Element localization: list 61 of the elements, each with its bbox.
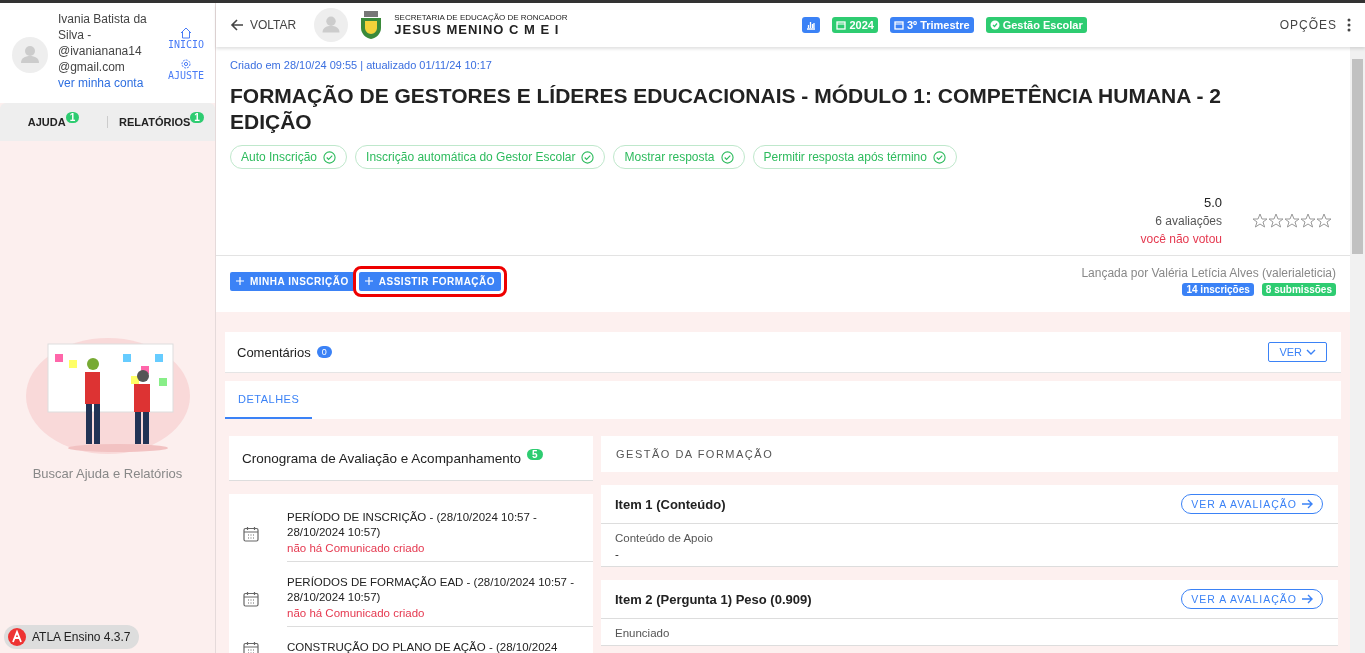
tag-badge: Gestão Escolar: [985, 17, 1087, 33]
star-rating[interactable]: [1252, 213, 1332, 229]
management-title: GESTÃO DA FORMAÇÃO: [601, 436, 1338, 472]
check-icon: [932, 150, 946, 164]
check-icon: [720, 150, 734, 164]
calendar-icon: [243, 526, 259, 542]
schedule-title: Cronograma de Avaliação e Acompanhamento: [242, 450, 521, 466]
item-title: Item 1 (Conteúdo): [615, 496, 726, 512]
avatar-icon: [314, 8, 349, 42]
count-badge: 14 inscrições: [1182, 283, 1254, 296]
item-title: Item 2 (Pergunta 1) Peso (0.909): [615, 591, 812, 607]
org-name: JESUS MENINO C M E I: [394, 22, 561, 37]
course-title: FORMAÇÃO DE GESTORES E LÍDERES EDUCACIONAIS - MÓDULO 1: COMPETÊNCIA HUMANA - 2 EDIÇÃO: [230, 83, 1222, 135]
field-value: -: [615, 548, 620, 560]
back-arrow-icon: [230, 18, 244, 32]
options-menu[interactable]: OPÇÕES: [1279, 18, 1351, 32]
schedule-period: PERÍODO DE INSCRIÇÃO - (28/10/2024 10:57 - 28/10/2024 10:57): [287, 510, 538, 540]
enrollment-button[interactable]: MINHA INSCRIÇÃO: [230, 271, 355, 291]
field-label: Enunciado: [615, 627, 671, 639]
count-badge: 8 submissões: [1261, 283, 1336, 296]
app-logo-icon: [8, 628, 26, 646]
tag-badge: 2024: [832, 17, 878, 33]
check-icon: [581, 150, 595, 164]
no-notice-text: não há Comunicado criado: [287, 542, 426, 554]
vote-status: você não votou: [1140, 231, 1222, 248]
launched-by-text: Lançada por Valéria Letícia Alves (valerialeticia): [1081, 266, 1336, 280]
back-link[interactable]: VOLTAR: [230, 18, 297, 32]
arrow-icon: [1302, 594, 1313, 604]
scrollbar[interactable]: [1350, 47, 1365, 653]
user-name: Ivania Batista da Silva - @ivanianana14@gmail.com: [58, 11, 148, 75]
view-evaluation-button[interactable]: VER A AVALIAÇÃO: [1181, 589, 1323, 609]
help-caption: Buscar Ajuda e Relatórios: [32, 465, 183, 481]
plus-icon: [364, 277, 373, 285]
field-label: Conteúdo de Apoio: [615, 532, 714, 544]
home-icon: [180, 27, 193, 39]
more-icon: [1347, 18, 1351, 32]
schedule-period: CONSTRUÇÃO DO PLANO DE AÇÃO - (28/10/2024: [287, 640, 559, 653]
calendar-icon: [243, 641, 259, 653]
settings-link[interactable]: AJUSTE: [168, 58, 205, 81]
calendar-icon: [243, 591, 259, 607]
settings-icon: [180, 58, 193, 70]
caret-icon: [1306, 348, 1316, 356]
rating-score: 5.0: [1202, 194, 1222, 212]
tag-badge: 3º Trimestre: [889, 17, 974, 33]
schedule-count-badge: 5: [526, 448, 543, 460]
view-button[interactable]: VER: [1268, 342, 1327, 362]
rating-count: 6 avaliações: [1154, 213, 1222, 230]
plus-icon: [236, 277, 244, 285]
comment-count-badge: 0: [316, 346, 332, 358]
arrow-icon: [1302, 499, 1313, 509]
schedule-period: PERÍODOS DE FORMAÇÃO EAD - (28/10/2024 10:57 - 28/10/2024 10:57): [287, 575, 575, 605]
comments-title: Comentários: [237, 344, 311, 360]
org-subtitle: SECRETARIA DE EDUCAÇÃO DE RONCADOR: [394, 13, 568, 22]
check-icon: [323, 150, 337, 164]
home-link[interactable]: INICIO: [168, 27, 205, 50]
version-label: ATLA Ensino 4.3.7: [32, 630, 131, 644]
created-updated-text: Criado em 28/10/24 09:55 | atualizado 01/11/24 10:17: [230, 59, 493, 71]
details-tab[interactable]: DETALHES: [225, 381, 313, 419]
account-link[interactable]: ver minha conta: [58, 76, 144, 90]
no-notice-text: não há Comunicado criado: [287, 607, 426, 619]
view-evaluation-button[interactable]: VER A AVALIAÇÃO: [1181, 494, 1323, 514]
